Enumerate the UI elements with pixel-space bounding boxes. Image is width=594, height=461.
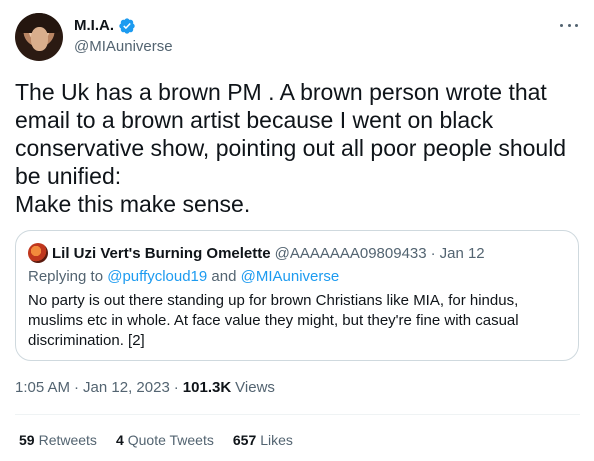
meta-separator: ·: [74, 379, 80, 396]
reply-and-label: and: [207, 268, 241, 285]
avatar-face: [31, 27, 48, 51]
replying-to-label: Replying to: [28, 268, 108, 285]
retweets-stat[interactable]: 59 Retweets: [19, 432, 97, 448]
tweet-date[interactable]: Jan 12, 2023: [83, 379, 170, 396]
author-handle[interactable]: @MIAuniverse: [74, 37, 173, 57]
quoted-author-name: Lil Uzi Vert's Burning Omelette: [52, 244, 271, 262]
dot: [567, 23, 571, 27]
tweet-time[interactable]: 1:05 AM: [15, 379, 70, 396]
verified-badge-icon[interactable]: [118, 17, 136, 35]
tweet-meta: 1:05 AM · Jan 12, 2023 · 101.3K Views: [15, 379, 275, 396]
views-count: 101.3K: [182, 379, 232, 396]
reply-mention-miauniverse[interactable]: @MIAuniverse: [241, 268, 340, 285]
quoted-tweet-card[interactable]: Lil Uzi Vert's Burning Omelette @AAAAAAA…: [15, 230, 579, 361]
more-options-icon[interactable]: [560, 18, 578, 32]
display-name-row: M.I.A.: [74, 16, 173, 36]
engagement-stats: 59 Retweets 4 Quote Tweets 657 Likes: [19, 432, 312, 448]
dot: [560, 23, 563, 27]
meta-separator: ·: [173, 379, 179, 396]
quoted-tweet-header: Lil Uzi Vert's Burning Omelette @AAAAAAA…: [28, 243, 485, 263]
quotes-label: Quote Tweets: [127, 432, 214, 448]
divider: [15, 414, 580, 415]
tweet-text: The Uk has a brown PM . A brown person w…: [15, 79, 567, 217]
likes-count: 657: [232, 432, 257, 448]
retweets-count: 59: [19, 432, 35, 448]
views-label: Views: [235, 379, 275, 396]
likes-label: Likes: [260, 432, 293, 448]
likes-stat[interactable]: 657 Likes: [233, 432, 293, 448]
quoted-tweet-text: No party is out there standing up for br…: [28, 292, 519, 349]
quote-tweets-stat[interactable]: 4 Quote Tweets: [116, 432, 214, 448]
quotes-count: 4: [115, 432, 124, 448]
quoted-author-handle: @AAAAAAA09809433: [274, 244, 427, 262]
author-avatar[interactable]: [15, 13, 63, 61]
quoted-separator: ·: [430, 244, 436, 262]
author-display-name[interactable]: M.I.A.: [74, 16, 114, 36]
replying-to-line: Replying to @puffycloud19 and @MIAuniver…: [28, 268, 339, 285]
author-name-block: M.I.A. @MIAuniverse: [74, 16, 173, 57]
quoted-date: Jan 12: [439, 244, 485, 262]
quoted-author-avatar: [28, 243, 48, 263]
retweets-label: Retweets: [38, 432, 97, 448]
dot: [575, 23, 578, 27]
reply-mention-puffycloud19[interactable]: @puffycloud19: [107, 268, 207, 285]
